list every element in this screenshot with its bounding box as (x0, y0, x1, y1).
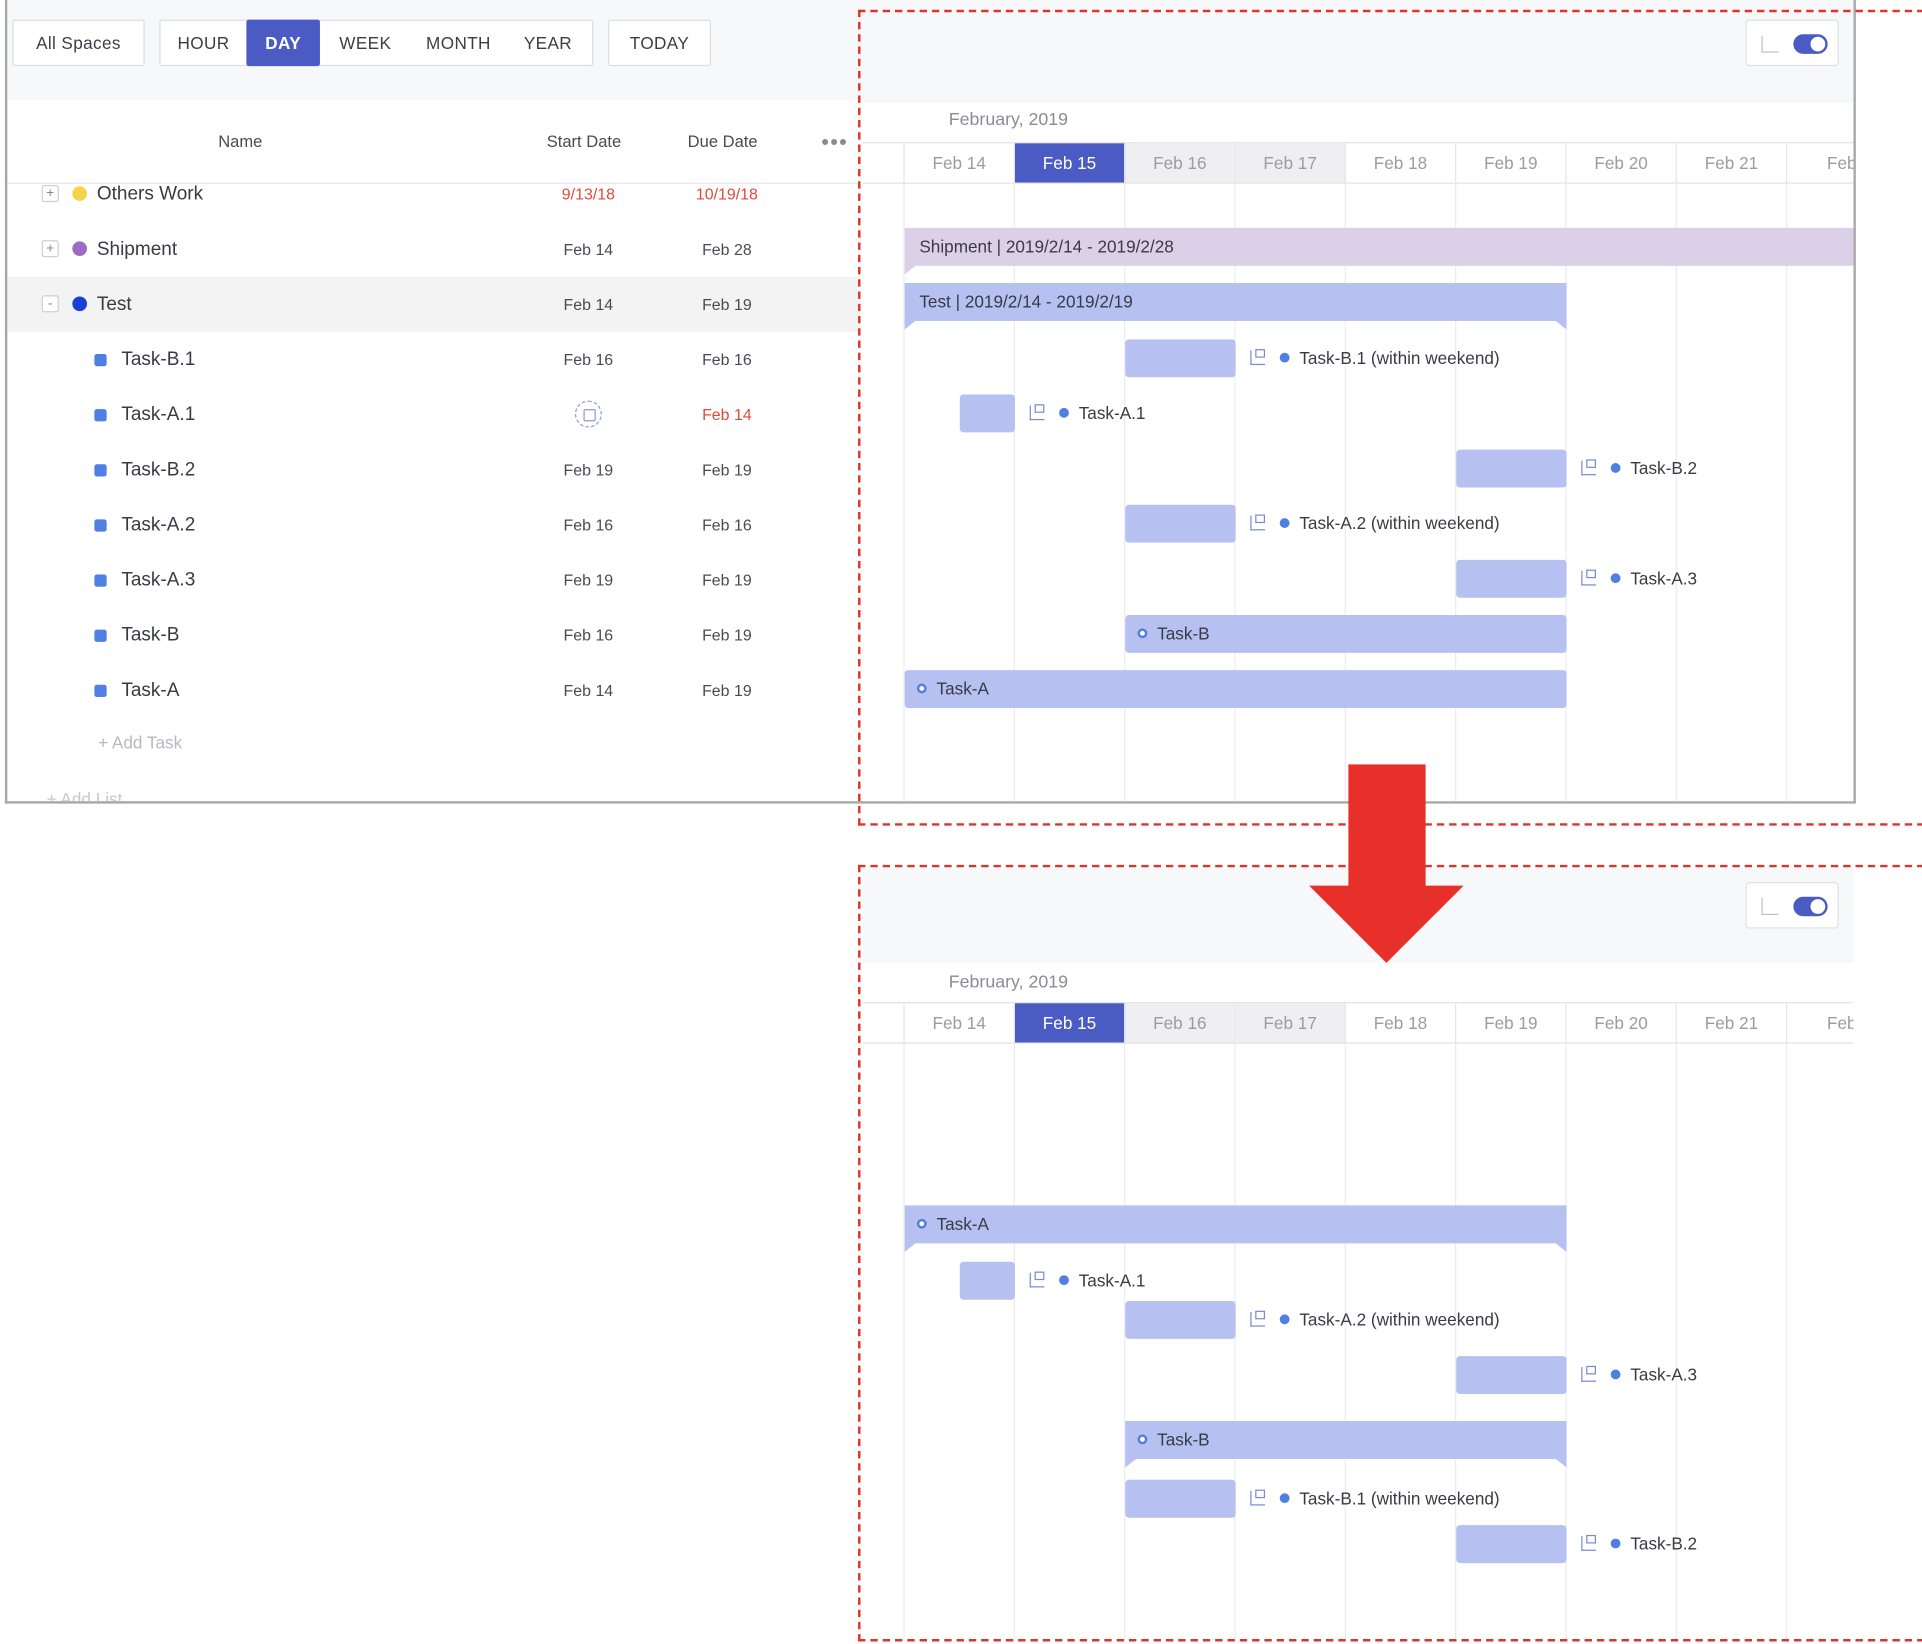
due-date[interactable]: Feb 19 (672, 608, 782, 663)
start-date[interactable]: Feb 14 (533, 222, 643, 277)
list-color-dot (72, 296, 88, 312)
start-date[interactable]: Feb 16 (533, 497, 643, 552)
task-name[interactable]: Task-A (121, 663, 179, 718)
task-status-icon[interactable] (94, 629, 107, 642)
start-date[interactable]: Feb 14 (533, 277, 643, 332)
task-name[interactable]: Task-A.2 (121, 497, 195, 552)
after-highlight-box (858, 864, 1922, 1642)
collapse-icon[interactable]: - (41, 295, 59, 313)
due-date[interactable]: Feb 28 (672, 222, 782, 277)
list-color-dot (72, 186, 88, 201)
list-row-test[interactable]: - Test Feb 14 Feb 19 (7, 276, 859, 332)
before-highlight-box (858, 9, 1922, 826)
column-header-due-date[interactable]: Due Date (688, 132, 758, 150)
more-options-icon[interactable]: ••• (821, 130, 848, 156)
transition-arrow (1348, 764, 1426, 887)
scale-month-button[interactable]: MONTH (412, 20, 505, 67)
list-name: Others Work (96, 183, 204, 205)
list-name: Test (96, 294, 132, 315)
add-list-button[interactable]: + Add List (47, 789, 123, 801)
task-name[interactable]: Task-A.3 (121, 552, 195, 607)
column-header-start-date[interactable]: Start Date (547, 132, 622, 150)
all-spaces-button[interactable]: All Spaces (12, 19, 145, 67)
expand-icon[interactable]: + (41, 184, 59, 203)
start-date[interactable]: Feb 19 (533, 552, 643, 607)
task-row-b[interactable]: Task-B Feb 16 Feb 19 (7, 608, 858, 663)
scale-day-button[interactable]: DAY (246, 19, 320, 67)
list-name: Shipment (96, 238, 178, 260)
task-name[interactable]: Task-B (121, 608, 179, 663)
task-status-icon[interactable] (94, 684, 107, 698)
scale-hour-button[interactable]: HOUR (161, 20, 247, 67)
list-row-shipment[interactable]: + Shipment Feb 14 Feb 28 (7, 222, 858, 277)
task-row-a3[interactable]: Task-A.3 Feb 19 Feb 19 (7, 552, 858, 607)
add-task-button[interactable]: + Add Task (98, 733, 182, 753)
task-name[interactable]: Task-B.1 (121, 332, 195, 387)
column-header-name[interactable]: Name (218, 132, 262, 150)
start-date[interactable]: Feb 16 (533, 332, 643, 387)
task-name[interactable]: Task-B.2 (121, 442, 195, 497)
start-date[interactable]: Feb 14 (533, 663, 643, 718)
expand-icon[interactable]: + (41, 240, 59, 258)
calendar-icon[interactable] (574, 400, 602, 428)
task-name[interactable]: Task-A.1 (121, 387, 195, 442)
due-date[interactable]: 10/19/18 (672, 167, 782, 222)
due-date[interactable]: Feb 19 (672, 663, 782, 718)
due-date[interactable]: Feb 19 (672, 552, 782, 607)
due-date[interactable]: Feb 16 (672, 497, 782, 552)
task-row-a1[interactable]: Task-A.1 Feb 14 (7, 387, 858, 442)
transition-arrow-head (1309, 885, 1464, 963)
task-row-b1[interactable]: Task-B.1 Feb 16 Feb 16 (7, 332, 858, 387)
task-status-icon[interactable] (94, 409, 107, 422)
task-status-icon[interactable] (94, 464, 107, 477)
task-status-icon[interactable] (94, 519, 107, 532)
due-date[interactable]: Feb 16 (672, 332, 782, 387)
task-row-a2[interactable]: Task-A.2 Feb 16 Feb 16 (7, 497, 858, 552)
today-button[interactable]: TODAY (607, 19, 711, 67)
task-status-icon[interactable] (94, 574, 107, 587)
scale-selector: HOUR DAY WEEK MONTH YEAR (159, 19, 594, 67)
start-date[interactable]: 9/13/18 (533, 167, 643, 222)
start-date[interactable]: Feb 19 (533, 442, 643, 497)
list-color-dot (72, 241, 88, 257)
start-date[interactable]: Feb 16 (533, 608, 643, 663)
task-status-icon[interactable] (94, 354, 107, 367)
due-date[interactable]: Feb 19 (672, 277, 782, 332)
list-row-others-work[interactable]: + Others Work 9/13/18 10/19/18 (7, 167, 858, 222)
due-date[interactable]: Feb 19 (672, 442, 782, 497)
task-row-a[interactable]: Task-A Feb 14 Feb 19 (7, 663, 858, 718)
scale-year-button[interactable]: YEAR (509, 20, 587, 67)
task-row-b2[interactable]: Task-B.2 Feb 19 Feb 19 (7, 442, 858, 497)
scale-week-button[interactable]: WEEK (324, 20, 407, 67)
due-date[interactable]: Feb 14 (672, 387, 782, 442)
